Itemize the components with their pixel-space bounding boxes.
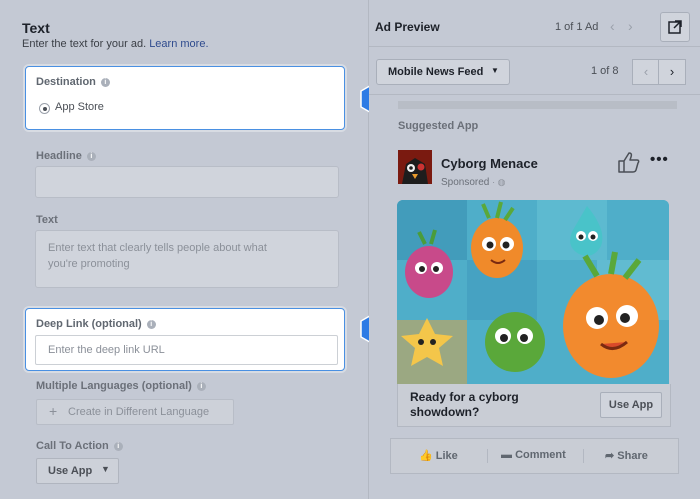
section-subtitle: Enter the text for your ad. Learn more. <box>22 38 209 50</box>
call-to-action-label-text: Call To Action <box>36 440 109 452</box>
section-title: Text <box>22 20 50 36</box>
more-options-icon[interactable]: ••• <box>650 151 669 168</box>
headline-input[interactable] <box>35 166 339 198</box>
info-icon[interactable]: i <box>196 382 206 391</box>
headline-label-text: Headline <box>36 150 82 162</box>
post-actions-bar: 👍 Like ▬ Comment ➦ Share <box>390 438 679 474</box>
pager-divider <box>369 94 700 95</box>
comment-action[interactable]: ▬ Comment <box>501 449 566 461</box>
deep-link-card: Deep Link (optional) i Enter the deep lin… <box>25 308 345 371</box>
placement-value: Mobile News Feed <box>388 66 484 78</box>
multiple-languages-label: Multiple Languages (optional) i <box>36 380 206 392</box>
comment-icon: ▬ <box>501 449 512 461</box>
placement-pager: 1 of 8 <box>591 65 619 77</box>
thumbs-up-icon <box>618 152 640 173</box>
text-placeholder-line2: you're promoting <box>48 258 130 270</box>
learn-more-link[interactable]: Learn more. <box>149 38 208 50</box>
headline-label: Headline i <box>36 150 96 162</box>
info-icon[interactable]: i <box>86 152 96 161</box>
share-icon: ➦ <box>605 450 615 462</box>
ad-cta-bar: Ready for a cyborg showdown? Use App <box>397 384 671 427</box>
create-different-language-label: Create in Different Language <box>68 406 210 418</box>
text-placeholder: Enter text that clearly tells people abo… <box>48 240 267 272</box>
sponsored-text: Sponsored <box>441 177 490 188</box>
globe-icon: ◍ <box>497 177 506 187</box>
text-placeholder-line1: Enter text that clearly tells people abo… <box>48 242 267 254</box>
ad-headline-line1: Ready for a cyborg <box>410 390 519 404</box>
app-avatar <box>398 150 432 184</box>
action-divider <box>583 449 584 463</box>
suggested-app-label: Suggested App <box>398 120 479 132</box>
deep-link-placeholder: Enter the deep link URL <box>48 344 165 356</box>
preview-header-divider <box>369 46 700 47</box>
sponsored-label: Sponsored · ◍ <box>441 177 506 188</box>
multiple-languages-label-text: Multiple Languages (optional) <box>36 380 192 392</box>
call-to-action-select[interactable]: Use App ▼ <box>36 458 119 484</box>
share-label: Share <box>617 450 648 462</box>
deep-link-label: Deep Link (optional) i <box>36 318 156 330</box>
ad-preview-panel: Ad Preview 1 of 1 Ad ‹ › Mobile News Fee… <box>369 0 700 499</box>
ad-text-panel: Text Enter the text for your ad. Learn m… <box>0 0 368 499</box>
ad-count: 1 of 1 Ad <box>555 21 599 33</box>
feed-placeholder-strip <box>398 101 677 109</box>
info-icon[interactable]: i <box>146 320 156 329</box>
app-name[interactable]: Cyborg Menace <box>441 156 538 171</box>
cyborg-avatar-icon <box>398 150 432 184</box>
thumbs-up-icon: 👍 <box>419 450 433 462</box>
deep-link-input[interactable]: Enter the deep link URL <box>35 335 338 365</box>
call-to-action-value: Use App <box>48 465 93 477</box>
caret-down-icon: ▼ <box>491 66 499 75</box>
placement-select[interactable]: Mobile News Feed ▼ <box>376 59 510 85</box>
plus-icon: + <box>49 403 58 419</box>
destination-label: Destination i <box>36 76 110 88</box>
ad-headline: Ready for a cyborg showdown? <box>410 390 560 420</box>
pager-next-button[interactable]: › <box>658 59 686 85</box>
text-label: Text <box>36 214 58 226</box>
comment-label: Comment <box>515 449 566 461</box>
create-different-language-button[interactable]: + Create in Different Language <box>36 399 234 425</box>
like-action[interactable]: 👍 Like <box>419 449 458 462</box>
game-artwork <box>397 200 669 384</box>
action-divider <box>487 449 488 463</box>
open-external-button[interactable] <box>660 12 690 42</box>
ad-preview-title: Ad Preview <box>375 20 440 34</box>
external-link-icon <box>668 20 682 34</box>
like-label: Like <box>435 450 458 462</box>
info-icon[interactable]: i <box>100 78 110 87</box>
app-store-radio[interactable] <box>39 103 50 114</box>
destination-card: Destination i App Store <box>25 66 345 130</box>
pager-prev-button[interactable]: ‹ <box>632 59 660 85</box>
chevron-left-icon[interactable]: ‹ <box>610 18 615 34</box>
destination-label-text: Destination <box>36 76 96 88</box>
text-input[interactable]: Enter text that clearly tells people abo… <box>35 230 339 288</box>
like-page-button[interactable] <box>617 151 641 178</box>
use-app-button[interactable]: Use App <box>600 392 662 418</box>
info-icon[interactable]: i <box>113 442 123 451</box>
ad-headline-line2: showdown? <box>410 405 480 419</box>
call-to-action-label: Call To Action i <box>36 440 123 452</box>
share-action[interactable]: ➦ Share <box>605 449 648 462</box>
chevron-right-icon[interactable]: › <box>628 18 633 34</box>
deep-link-label-text: Deep Link (optional) <box>36 318 142 330</box>
section-subtitle-text: Enter the text for your ad. <box>22 38 147 50</box>
caret-down-icon: ▼ <box>101 464 110 474</box>
app-store-option: App Store <box>55 101 104 113</box>
ad-creative-image[interactable] <box>397 200 669 384</box>
